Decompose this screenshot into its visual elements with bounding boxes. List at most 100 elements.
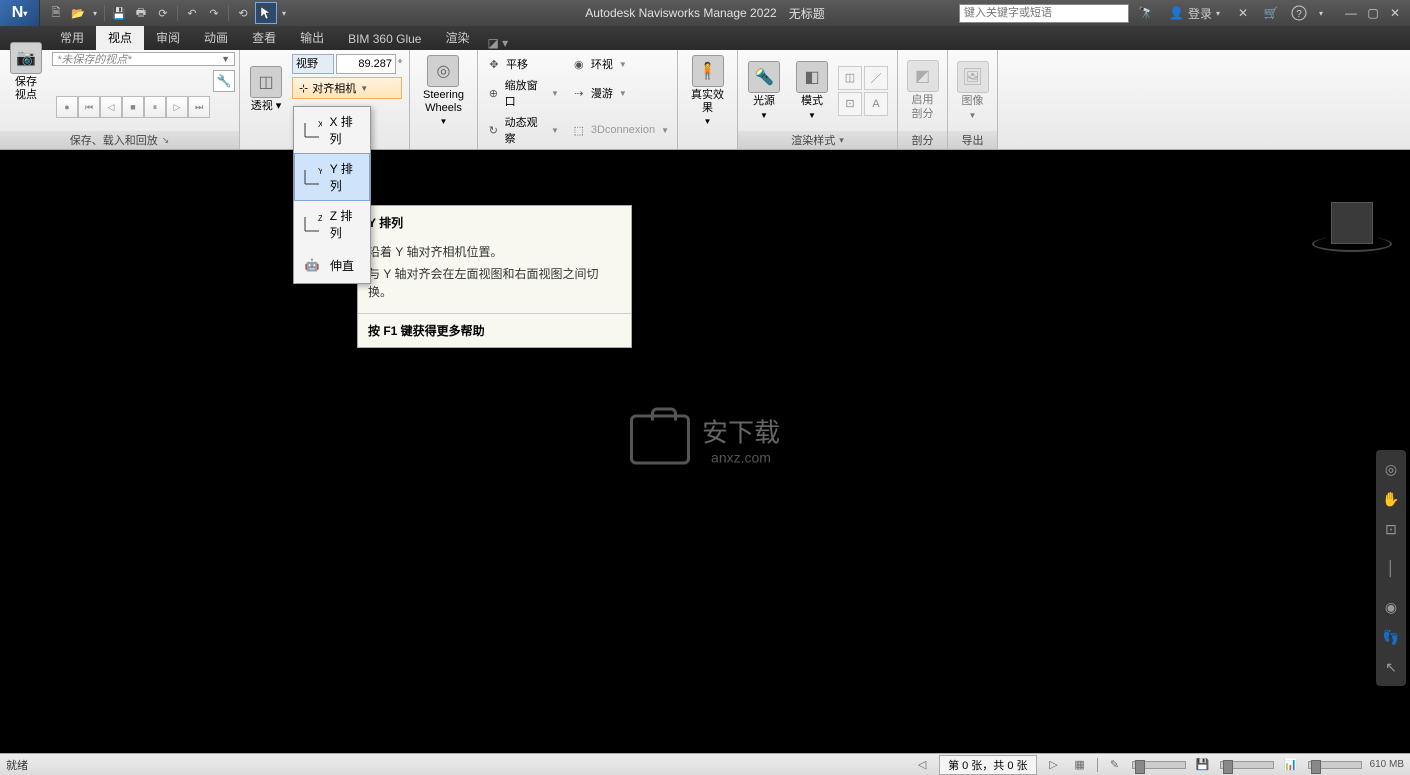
- select-tool[interactable]: [255, 2, 277, 24]
- zoom-slider[interactable]: │: [1380, 548, 1402, 588]
- tooltip-line1: 沿着 Y 轴对齐相机位置。: [368, 243, 621, 261]
- wheel-icon[interactable]: ◎: [1380, 458, 1402, 480]
- realistic-button[interactable]: 🧍 真实效果▼: [682, 53, 733, 129]
- straighten-item[interactable]: 🤖 伸直: [294, 247, 370, 283]
- panel-navigation: ✥平移 ◉环视▼ ⊕缩放窗口▼ ⇢漫游▼ ↻动态观察▼ ⬚3Dconnexion…: [478, 50, 678, 149]
- viewpoint-combo[interactable]: ▼: [52, 52, 235, 66]
- pan-hand-icon[interactable]: ✋: [1380, 488, 1402, 510]
- cart-icon[interactable]: 🛒: [1260, 3, 1282, 23]
- memory-icon[interactable]: 📊: [1282, 757, 1300, 773]
- sync-icon[interactable]: ⟲: [233, 3, 253, 23]
- viewpoint-options-button[interactable]: 🔧: [213, 70, 235, 92]
- tab-common[interactable]: 常用: [48, 25, 96, 50]
- align-y-item[interactable]: Y Y 排列: [294, 153, 370, 201]
- align-z-item[interactable]: Z Z 排列: [294, 201, 370, 247]
- rec-button[interactable]: ●: [56, 96, 78, 118]
- minimize-button[interactable]: —: [1340, 3, 1362, 23]
- mode-button[interactable]: ◧ 模式▼: [790, 53, 834, 129]
- orbit-button[interactable]: ↻动态观察▼: [484, 112, 561, 148]
- panel-label-section: 剖分: [898, 131, 947, 149]
- tab-render[interactable]: 渲染: [433, 25, 481, 50]
- cube-icon: ◫: [250, 66, 282, 98]
- disk-slider[interactable]: [1220, 761, 1274, 769]
- progress-slider[interactable]: [1132, 761, 1186, 769]
- undo-icon[interactable]: ↶: [182, 3, 202, 23]
- search-input[interactable]: [959, 4, 1129, 23]
- select-cursor-icon[interactable]: ↖: [1380, 656, 1402, 678]
- fov-input[interactable]: [336, 54, 396, 74]
- new-icon[interactable]: 🗎: [46, 3, 66, 23]
- panel-export: 🖼 图像▼ 导出: [948, 50, 998, 149]
- panel-real: 🧍 真实效果▼ _: [678, 50, 738, 149]
- login-button[interactable]: 👤 登录 ▾: [1163, 5, 1226, 22]
- app-logo[interactable]: N▾: [0, 0, 40, 26]
- maximize-button[interactable]: ▢: [1362, 3, 1384, 23]
- render-opt4[interactable]: A: [864, 92, 888, 116]
- enable-section-button[interactable]: ◩ 启用 剖分: [901, 53, 945, 129]
- quick-access-toolbar: 🗎 📂 ▾ 💾 🖶 ⟳ ↶ ↷ ⟲ ▾: [40, 2, 295, 24]
- binoculars-icon[interactable]: 🔭: [1135, 3, 1157, 23]
- perspective-button[interactable]: ◫ 透视 ▾: [244, 52, 288, 128]
- align-x-item[interactable]: X X 排列: [294, 107, 370, 153]
- viewcube[interactable]: [1312, 202, 1392, 262]
- render-opt3[interactable]: ⊡: [838, 92, 862, 116]
- walk-button[interactable]: ⇢漫游▼: [569, 75, 671, 111]
- prev-button[interactable]: ◁: [100, 96, 122, 118]
- zoom-window-button[interactable]: ⊕缩放窗口▼: [484, 75, 561, 111]
- chevron-down-icon: ▼: [217, 54, 234, 64]
- export-image-button[interactable]: 🖼 图像▼: [951, 53, 995, 129]
- sheet-prev-icon[interactable]: ◁: [913, 757, 931, 773]
- steering-wheels-button[interactable]: ◎ Steering Wheels ▼: [417, 53, 470, 129]
- last-button[interactable]: ⏭: [188, 96, 210, 118]
- play-button[interactable]: ▷: [166, 96, 188, 118]
- panel-save: 📷 保存 视点 ▼ 🔧 ● ⏮ ◁ ■ ⏸: [0, 50, 240, 149]
- save-icon[interactable]: 💾: [109, 3, 129, 23]
- render-opt2[interactable]: ／: [864, 66, 888, 90]
- disk-icon[interactable]: 💾: [1194, 757, 1212, 773]
- render-opt1[interactable]: ◫: [838, 66, 862, 90]
- look-button[interactable]: ◉环视▼: [569, 54, 671, 74]
- tab-bim360[interactable]: BIM 360 Glue: [336, 28, 433, 50]
- refresh-icon[interactable]: ⟳: [153, 3, 173, 23]
- look-icon: ◉: [571, 56, 587, 72]
- orbit-tool-icon[interactable]: ◉: [1380, 596, 1402, 618]
- help-icon[interactable]: ?: [1288, 3, 1310, 23]
- first-button[interactable]: ⏮: [78, 96, 100, 118]
- lighting-button[interactable]: 🔦 光源▼: [742, 53, 786, 129]
- open-dd-icon[interactable]: ▾: [90, 3, 100, 23]
- help-dd-icon[interactable]: ▾: [1316, 3, 1326, 23]
- sheet-browser-icon[interactable]: ▦: [1071, 757, 1089, 773]
- pencil-icon[interactable]: ✎: [1106, 757, 1124, 773]
- align-icon: ⊹: [299, 82, 308, 95]
- qat-dd-icon[interactable]: ▾: [279, 3, 289, 23]
- tooltip-line2: 与 Y 轴对齐会在左面视图和右面视图之间切换。: [368, 265, 621, 301]
- ribbon-tabs: 常用 视点 审阅 动画 查看 输出 BIM 360 Glue 渲染 ◪ ▾: [0, 26, 1410, 50]
- viewport[interactable]: ◎ ✋ ⊡ │ ◉ 👣 ↖ 安下载 anxz.com: [0, 150, 1410, 753]
- 3d-icon: ⬚: [571, 122, 587, 138]
- redo-icon[interactable]: ↷: [204, 3, 224, 23]
- save-viewpoint-button[interactable]: 📷 保存 视点: [4, 36, 48, 108]
- tab-viewpoint[interactable]: 视点: [96, 25, 144, 50]
- close-button[interactable]: ✕: [1384, 3, 1406, 23]
- align-camera-button[interactable]: ⊹ 对齐相机 ▼: [292, 77, 402, 99]
- zoom-tool-icon[interactable]: ⊡: [1380, 518, 1402, 540]
- panel-section: ◩ 启用 剖分 剖分: [898, 50, 948, 149]
- steering-icon: ◎: [427, 55, 459, 87]
- walk-tool-icon[interactable]: 👣: [1380, 626, 1402, 648]
- stop-button[interactable]: ■: [122, 96, 144, 118]
- exchange-icon[interactable]: ✕: [1232, 3, 1254, 23]
- pause-button[interactable]: ⏸: [144, 96, 166, 118]
- tab-extra-icon[interactable]: ◪ ▾: [487, 36, 508, 50]
- tab-output[interactable]: 输出: [288, 25, 336, 50]
- memory-slider[interactable]: [1308, 761, 1362, 769]
- tab-view[interactable]: 查看: [240, 25, 288, 50]
- sheet-next-icon[interactable]: ▷: [1045, 757, 1063, 773]
- tab-review[interactable]: 审阅: [144, 25, 192, 50]
- open-icon[interactable]: 📂: [68, 3, 88, 23]
- print-icon[interactable]: 🖶: [131, 3, 151, 23]
- panel-steering: ◎ Steering Wheels ▼ _: [410, 50, 478, 149]
- pan-button[interactable]: ✥平移: [484, 54, 561, 74]
- tab-animation[interactable]: 动画: [192, 25, 240, 50]
- status-ready: 就绪: [6, 757, 28, 773]
- expand-icon[interactable]: ↘: [162, 135, 170, 146]
